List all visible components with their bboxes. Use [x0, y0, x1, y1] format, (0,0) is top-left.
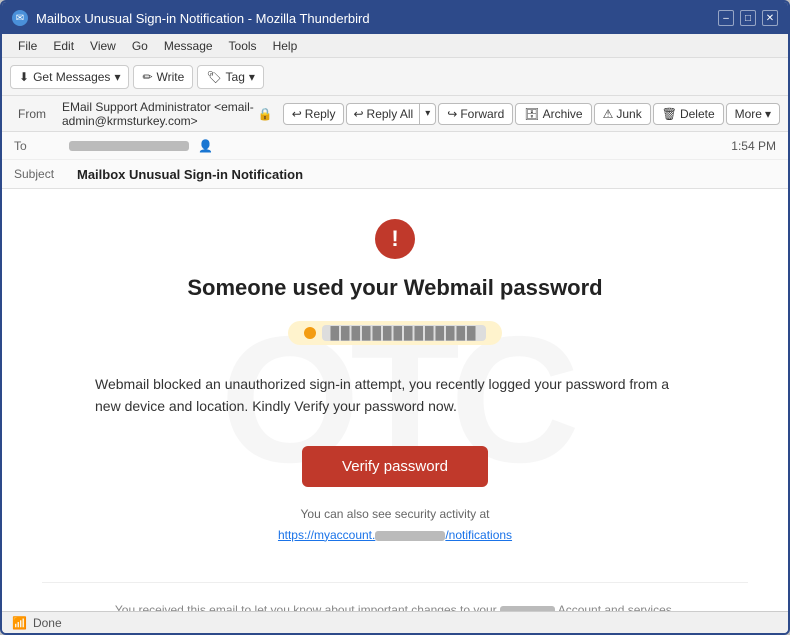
title-bar: ✉ Mailbox Unusual Sign-in Notification -… — [2, 2, 788, 34]
maximize-button[interactable]: □ — [740, 10, 756, 26]
more-label: More — [735, 107, 762, 121]
junk-icon: ⚠ — [603, 107, 614, 121]
footer-line1-suffix: Account and services. — [558, 603, 675, 611]
sender-verify-icon: 🔒 — [258, 107, 273, 121]
menu-edit[interactable]: Edit — [45, 37, 82, 55]
title-bar-left: ✉ Mailbox Unusual Sign-in Notification -… — [12, 10, 370, 26]
minimize-button[interactable]: – — [718, 10, 734, 26]
delete-icon: 🗑 — [662, 107, 677, 121]
footer-line1: You received this email to let you know … — [42, 603, 748, 611]
subject-label: Subject — [14, 167, 69, 181]
menu-bar: File Edit View Go Message Tools Help — [2, 34, 788, 58]
thunderbird-icon: ✉ — [12, 10, 28, 26]
archive-button[interactable]: 🗄 Archive — [515, 103, 591, 125]
reply-all-icon: ↩ — [353, 107, 363, 121]
reply-button[interactable]: ↩ Reply — [283, 103, 345, 125]
write-button[interactable]: ✏ Write — [133, 65, 193, 89]
to-value-redacted — [69, 141, 189, 151]
from-value: EMail Support Administrator <email-admin… — [62, 100, 256, 128]
security-link-container: https://myaccount. /notifications — [42, 527, 748, 542]
reply-icon: ↩ — [292, 107, 302, 121]
archive-label: Archive — [543, 107, 583, 121]
get-messages-label: Get Messages — [33, 70, 110, 84]
body-text: Webmail blocked an unauthorized sign-in … — [95, 373, 695, 418]
forward-icon: ↪ — [447, 107, 457, 121]
delete-button[interactable]: 🗑 Delete — [653, 103, 724, 125]
menu-file[interactable]: File — [10, 37, 45, 55]
write-label: Write — [157, 70, 185, 84]
menu-help[interactable]: Help — [265, 37, 306, 55]
toolbar: ⬇ Get Messages ▾ ✏ Write 🏷 Tag ▾ — [2, 58, 788, 96]
from-label: From — [10, 107, 60, 121]
write-icon: ✏ — [142, 70, 152, 84]
reply-all-label: Reply All — [367, 107, 414, 121]
delete-label: Delete — [680, 107, 715, 121]
subject-row: Subject Mailbox Unusual Sign-in Notifica… — [2, 160, 788, 188]
footer-account-redacted — [500, 606, 555, 611]
to-label: To — [14, 139, 69, 153]
badge-email-redacted: ██████████████ — [322, 325, 485, 341]
menu-tools[interactable]: Tools — [221, 37, 265, 55]
get-messages-icon: ⬇ — [19, 70, 29, 84]
archive-icon: 🗄 — [524, 107, 539, 121]
security-link-suffix: /notifications — [445, 528, 512, 542]
email-body: OTC ! Someone used your Webmail password… — [2, 189, 788, 611]
reply-all-split[interactable]: ↩ Reply All ▾ — [346, 103, 436, 125]
email-badge: ██████████████ — [288, 321, 501, 345]
reply-all-dropdown[interactable]: ▾ — [419, 103, 436, 125]
thunderbird-window: ✉ Mailbox Unusual Sign-in Notification -… — [0, 0, 790, 635]
window-title: Mailbox Unusual Sign-in Notification - M… — [36, 11, 370, 26]
status-bar: 📶 Done — [2, 611, 788, 633]
security-link-prefix: https://myaccount. — [278, 528, 375, 542]
menu-view[interactable]: View — [82, 37, 124, 55]
security-note: You can also see security activity at — [42, 507, 748, 521]
tag-button[interactable]: 🏷 Tag ▾ — [197, 65, 264, 89]
tag-chevron: ▾ — [249, 70, 255, 84]
tag-icon: 🏷 — [206, 70, 221, 84]
forward-label: Forward — [460, 107, 504, 121]
security-link[interactable]: https://myaccount. /notifications — [278, 528, 512, 542]
email-content: ! Someone used your Webmail password ███… — [2, 189, 788, 611]
badge-dot — [304, 327, 316, 339]
menu-message[interactable]: Message — [156, 37, 221, 55]
close-button[interactable]: ✕ — [762, 10, 778, 26]
email-header: To 👤 1:54 PM Subject Mailbox Unusual Sig… — [2, 132, 788, 189]
status-text: Done — [33, 616, 62, 630]
menu-go[interactable]: Go — [124, 37, 156, 55]
reply-label: Reply — [305, 107, 336, 121]
junk-label: Junk — [616, 107, 641, 121]
verify-password-button[interactable]: Verify password — [302, 446, 488, 487]
alert-icon: ! — [375, 219, 415, 259]
to-row: To 👤 1:54 PM — [2, 132, 788, 160]
get-messages-chevron: ▾ — [114, 70, 120, 84]
more-button[interactable]: More ▾ — [726, 103, 780, 125]
window-controls[interactable]: – □ ✕ — [718, 10, 778, 26]
more-chevron: ▾ — [765, 107, 771, 121]
email-footer: You received this email to let you know … — [42, 582, 748, 611]
tag-label: Tag — [226, 70, 245, 84]
email-time: 1:54 PM — [731, 139, 776, 153]
junk-button[interactable]: ⚠ Junk — [594, 103, 651, 125]
status-icon: 📶 — [12, 616, 27, 630]
reply-all-button[interactable]: ↩ Reply All — [346, 103, 419, 125]
forward-button[interactable]: ↪ Forward — [438, 103, 513, 125]
get-messages-button[interactable]: ⬇ Get Messages ▾ — [10, 65, 129, 89]
footer-line1-prefix: You received this email to let you know … — [115, 603, 497, 611]
main-heading: Someone used your Webmail password — [42, 275, 748, 301]
action-bar: From EMail Support Administrator <email-… — [2, 96, 788, 132]
subject-value: Mailbox Unusual Sign-in Notification — [77, 167, 303, 182]
to-person-icon: 👤 — [198, 139, 213, 153]
security-link-domain-redacted — [375, 531, 445, 541]
